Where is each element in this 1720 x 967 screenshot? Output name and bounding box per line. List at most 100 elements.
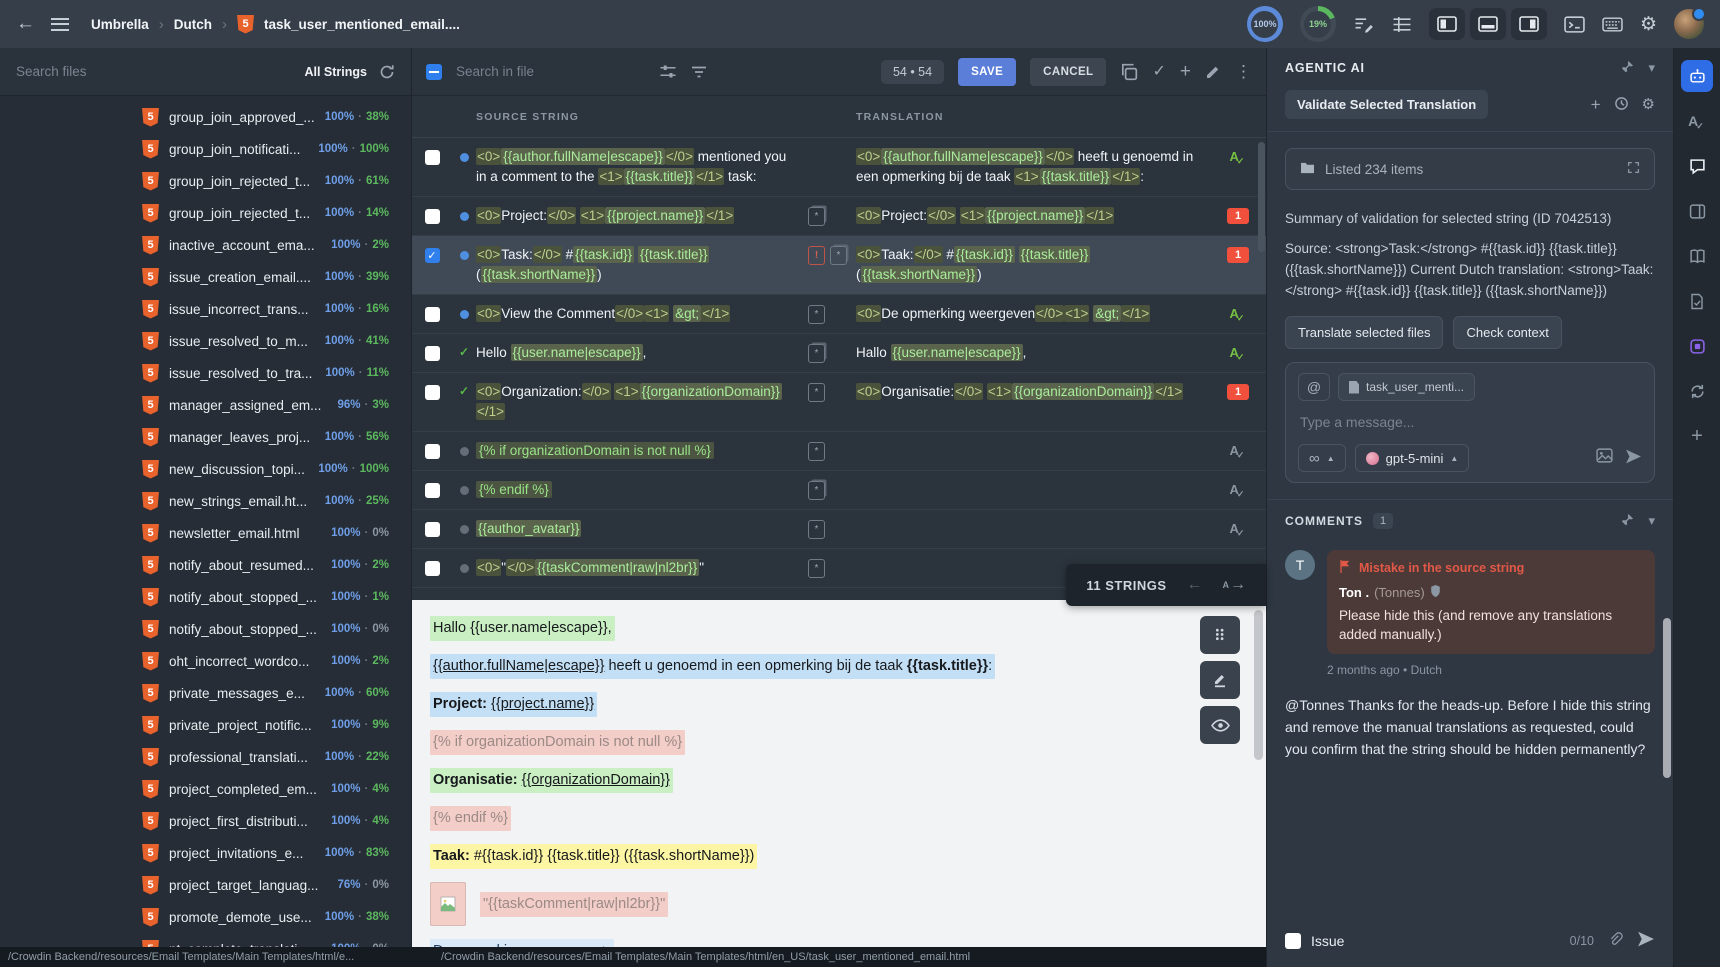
file-list-item[interactable]: 5notify_about_stopped_...100%·1%: [0, 581, 411, 613]
menu-icon[interactable]: [51, 18, 69, 31]
chevron-down-icon[interactable]: ▾: [1648, 60, 1655, 76]
keyboard-icon[interactable]: [1602, 17, 1623, 32]
layout-right-panel-icon[interactable]: [1511, 8, 1547, 40]
filter-icon[interactable]: [691, 65, 707, 79]
agentic-ai-icon[interactable]: [1681, 60, 1713, 92]
check-context-button[interactable]: Check context: [1453, 316, 1561, 349]
file-list-item[interactable]: 5issue_resolved_to_tra...100%·11%: [0, 357, 411, 389]
file-list-item[interactable]: 5project_completed_em...100%·4%: [0, 773, 411, 805]
chevron-down-icon[interactable]: ▾: [1648, 513, 1655, 529]
comment-card[interactable]: Mistake in the source string Ton . (Tonn…: [1327, 550, 1655, 654]
approve-check-icon[interactable]: ✓: [1152, 64, 1165, 80]
string-row[interactable]: ✓ <0>Task:</0> #{{task.id}} {{task.title}…: [412, 236, 1266, 295]
issue-count-badge[interactable]: 1: [1227, 384, 1249, 400]
layout-bottom-panel-icon[interactable]: [1470, 8, 1506, 40]
string-row[interactable]: {% endif %}*A✓: [412, 471, 1266, 510]
context-multi-icon[interactable]: *: [808, 344, 825, 363]
file-list-item[interactable]: 5private_messages_e...100%·60%: [0, 677, 411, 709]
file-list-item[interactable]: 5manager_assigned_em...96%·3%: [0, 389, 411, 421]
send-message-icon[interactable]: [1625, 448, 1642, 468]
string-checkbox[interactable]: [425, 209, 440, 224]
select-all-checkbox[interactable]: [426, 64, 442, 80]
add-panel-icon[interactable]: +: [1681, 420, 1713, 452]
translation-cell[interactable]: <0>Project:</0> <1>{{project.name}}</1>: [856, 206, 1210, 226]
attach-paperclip-icon[interactable]: [1608, 932, 1623, 950]
translation-cell[interactable]: Hallo {{user.name|escape}},: [856, 343, 1210, 363]
translation-cell[interactable]: <0>De opmerking weergeven</0><1> &gt;</1…: [856, 304, 1210, 324]
file-list-item[interactable]: 5issue_creation_email....100%·39%: [0, 261, 411, 293]
strings-filter-dropdown[interactable]: All Strings: [304, 65, 367, 79]
pin-icon[interactable]: [1620, 60, 1634, 77]
search-in-file-input[interactable]: [456, 64, 621, 79]
refresh-icon[interactable]: [379, 64, 395, 80]
submit-comment-icon[interactable]: [1637, 930, 1655, 951]
comment-draft-text[interactable]: @Tonnes Thanks for the heads-up. Before …: [1267, 677, 1673, 760]
translated-progress-ring[interactable]: 100%: [1247, 6, 1283, 42]
preview-edit-icon[interactable]: [1200, 661, 1240, 699]
issue-count-badge[interactable]: 1: [1227, 247, 1249, 263]
context-multi-icon[interactable]: *: [830, 246, 847, 265]
issue-count-badge[interactable]: 1: [1227, 208, 1249, 224]
translation-cell[interactable]: <0>Taak:</0> #{{task.id}} {{task.title}}…: [856, 245, 1210, 285]
file-list-item[interactable]: 5new_discussion_topi...100%·100%: [0, 453, 411, 485]
file-check-icon[interactable]: [1681, 285, 1713, 317]
context-mode-chip[interactable]: ∞▲: [1298, 444, 1346, 472]
ai-settings-gear-icon[interactable]: ⚙: [1642, 97, 1655, 112]
preview-eye-icon[interactable]: [1200, 706, 1240, 744]
chat-message-input[interactable]: [1298, 401, 1642, 444]
glossary-book-icon[interactable]: [1681, 240, 1713, 272]
string-row[interactable]: <0>{{author.fullName|escape}}</0> mentio…: [412, 138, 1266, 197]
source-string-cell[interactable]: <0>Task:</0> #{{task.id}} {{task.title}}…: [476, 245, 808, 285]
drag-grid-icon[interactable]: [1200, 616, 1240, 654]
file-list-item[interactable]: 5new_strings_email.ht...100%·25%: [0, 485, 411, 517]
validate-translation-chip[interactable]: Validate Selected Translation: [1285, 90, 1488, 119]
model-selector-chip[interactable]: gpt-5-mini ▲: [1355, 444, 1470, 472]
preview-scrollbar[interactable]: [1254, 610, 1263, 957]
search-files-input[interactable]: [16, 64, 292, 79]
source-string-cell[interactable]: {% if organizationDomain is not null %}: [476, 441, 808, 461]
listed-items-card[interactable]: Listed 234 items: [1285, 148, 1655, 190]
file-list-item[interactable]: 5issue_incorrect_trans...100%·16%: [0, 293, 411, 325]
string-checkbox[interactable]: [425, 522, 440, 537]
issue-checkbox[interactable]: [1285, 933, 1301, 949]
context-icon[interactable]: *: [808, 442, 825, 461]
source-string-cell[interactable]: <0>Organization:</0> <1>{{organizationDo…: [476, 382, 808, 422]
source-string-cell[interactable]: {{author_avatar}}: [476, 519, 808, 539]
string-checkbox[interactable]: [425, 307, 440, 322]
display-settings-icon[interactable]: [659, 64, 677, 79]
source-string-cell[interactable]: <0>Project:</0> <1>{{project.name}}</1>: [476, 206, 808, 226]
add-string-icon[interactable]: +: [1180, 62, 1191, 81]
string-checkbox[interactable]: ✓: [425, 248, 440, 263]
file-list-item[interactable]: 5promote_demote_use...100%·38%: [0, 901, 411, 933]
source-string-cell[interactable]: Hello {{user.name|escape}},: [476, 343, 808, 363]
attached-file-chip[interactable]: task_user_menti...: [1338, 373, 1475, 401]
file-list-item[interactable]: 5group_join_approved_...100%·38%: [0, 101, 411, 133]
file-list-item[interactable]: 5group_join_rejected_t...100%·61%: [0, 165, 411, 197]
panel-scrollbar[interactable]: [1663, 618, 1671, 788]
pin-icon[interactable]: [1620, 513, 1634, 530]
table-view-icon[interactable]: [1392, 16, 1412, 33]
approved-progress-ring[interactable]: 19%: [1300, 6, 1336, 42]
file-list-item[interactable]: 5manager_leaves_proj...100%·56%: [0, 421, 411, 453]
new-chat-icon[interactable]: +: [1591, 96, 1601, 113]
comments-panel-icon[interactable]: [1681, 150, 1713, 182]
context-icon[interactable]: *: [808, 383, 825, 402]
edit-pencil-icon[interactable]: [1205, 64, 1221, 80]
context-icon[interactable]: *: [808, 559, 825, 578]
string-row[interactable]: <0>View the Comment</0><1> &gt;</1>*<0>D…: [412, 295, 1266, 334]
string-row[interactable]: {{author_avatar}}*A✓: [412, 510, 1266, 549]
string-checkbox[interactable]: [425, 444, 440, 459]
file-list-item[interactable]: 5professional_translati...100%·22%: [0, 741, 411, 773]
previous-string-icon[interactable]: ←: [1187, 576, 1203, 594]
translate-selected-files-button[interactable]: Translate selected files: [1285, 316, 1443, 349]
string-checkbox[interactable]: [425, 150, 440, 165]
copy-source-icon[interactable]: [1120, 63, 1138, 81]
string-row[interactable]: ✓<0>Organization:</0> <1>{{organizationD…: [412, 373, 1266, 432]
layout-left-panel-icon[interactable]: [1429, 8, 1465, 40]
more-options-icon[interactable]: ⋮: [1235, 63, 1252, 80]
settings-gear-icon[interactable]: ⚙: [1640, 15, 1657, 34]
breadcrumb-project[interactable]: Umbrella: [91, 17, 149, 32]
source-string-cell[interactable]: <0>"</0>{{taskComment|raw|nl2br}}": [476, 558, 808, 578]
string-row[interactable]: {% if organizationDomain is not null %}*…: [412, 432, 1266, 471]
context-multi-icon[interactable]: *: [808, 207, 825, 226]
